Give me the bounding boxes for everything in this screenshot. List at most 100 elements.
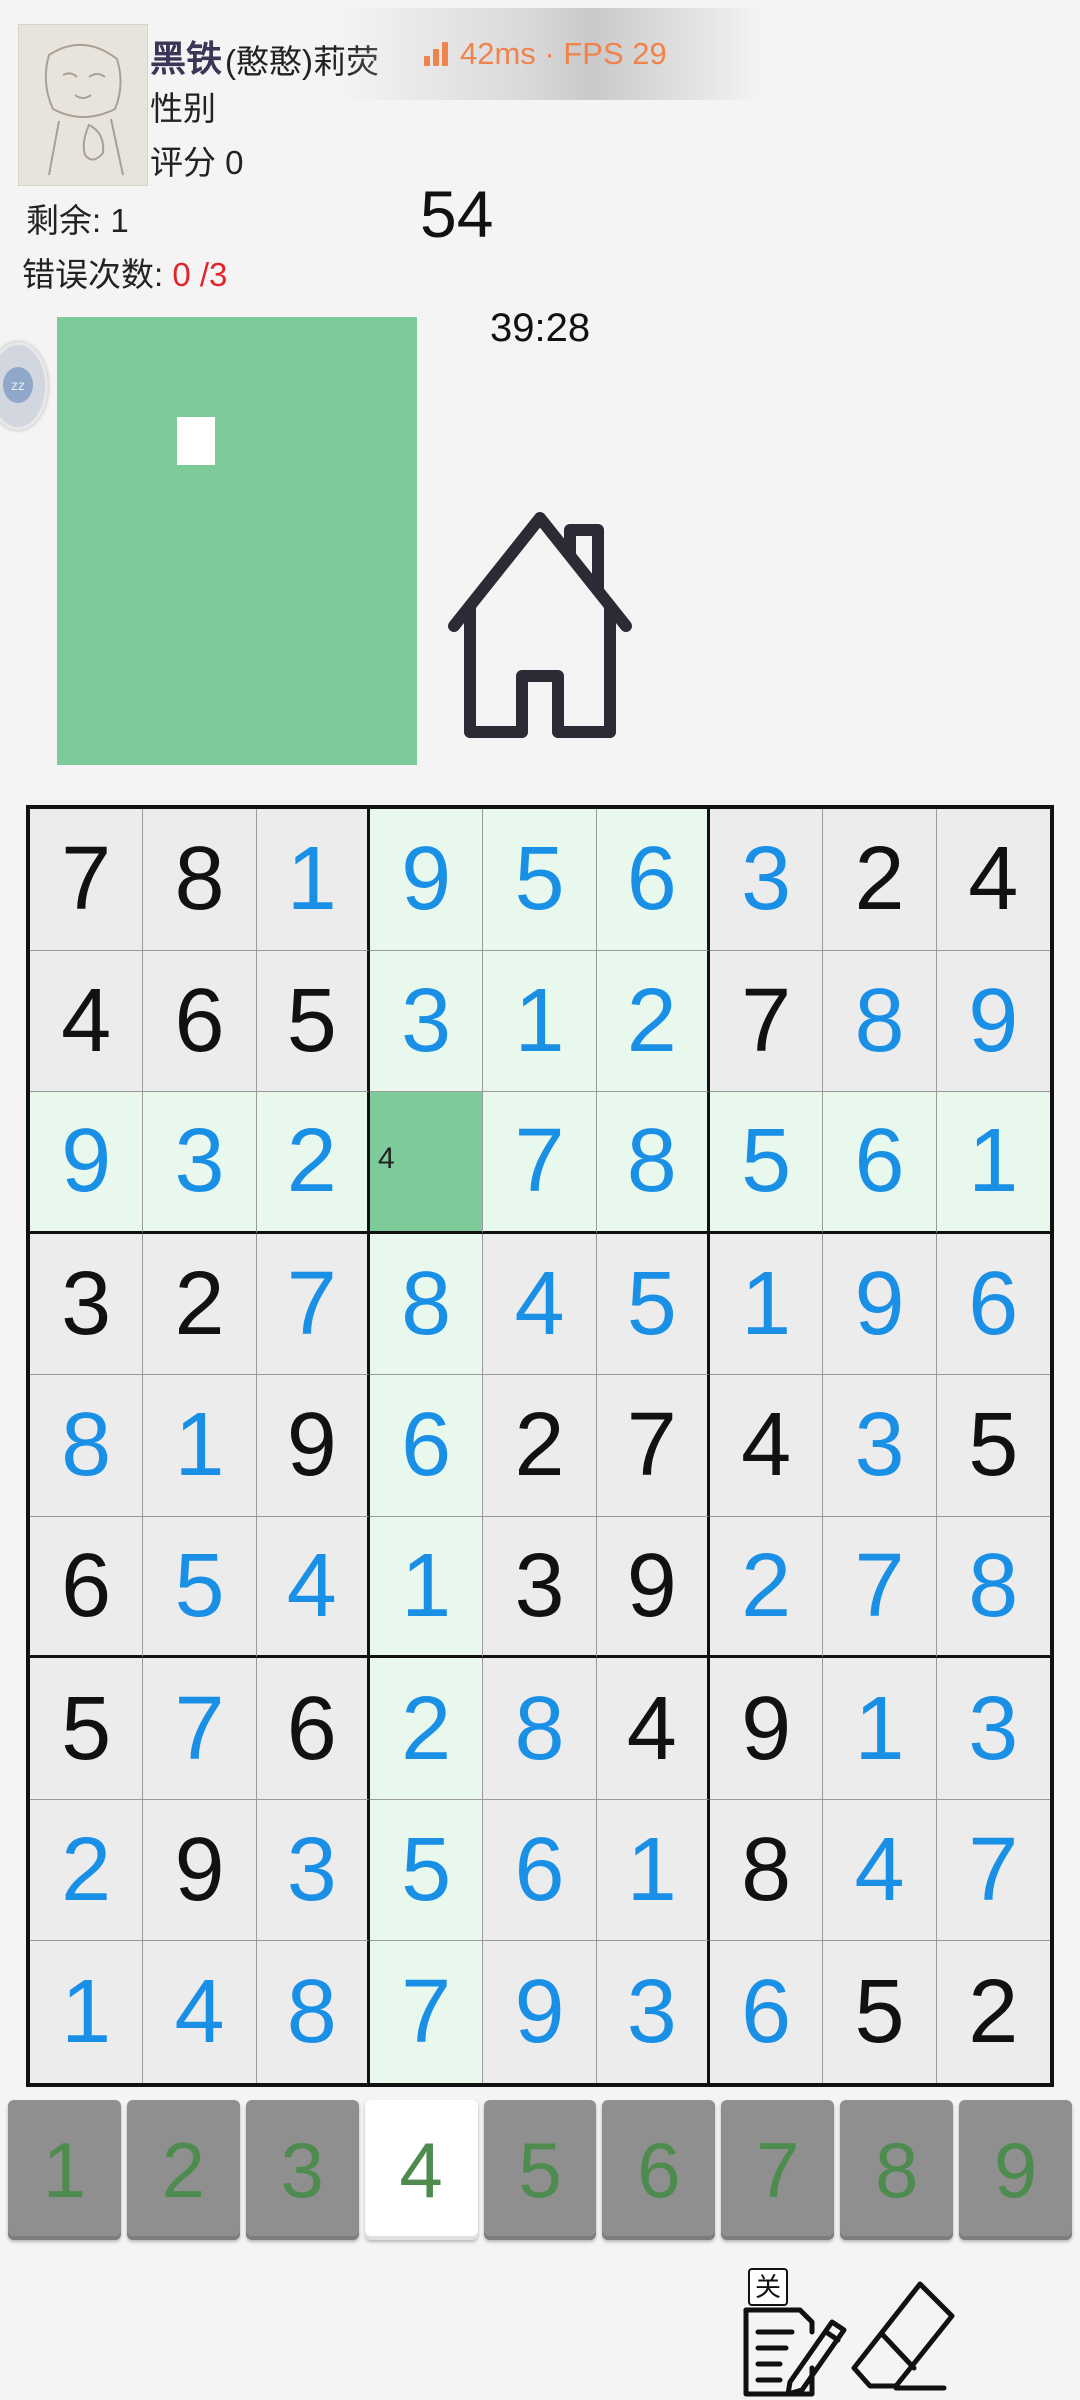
- number-key-6[interactable]: 6: [602, 2100, 716, 2240]
- sudoku-cell-r9c3[interactable]: 8: [256, 1941, 370, 2083]
- sudoku-cell-r4c1[interactable]: 3: [30, 1233, 144, 1376]
- sudoku-cell-r8c5[interactable]: 6: [483, 1799, 597, 1942]
- sudoku-cell-r3c3[interactable]: 2: [256, 1092, 370, 1234]
- sudoku-cell-r1c1[interactable]: 7: [30, 809, 144, 951]
- player-avatar[interactable]: [18, 24, 148, 186]
- sudoku-cell-r5c9[interactable]: 5: [936, 1375, 1050, 1517]
- number-key-2[interactable]: 2: [126, 2100, 240, 2240]
- number-key-1[interactable]: 1: [8, 2100, 121, 2240]
- sudoku-cell-r1c9[interactable]: 4: [936, 809, 1050, 951]
- sudoku-cell-r9c2[interactable]: 4: [143, 1941, 257, 2083]
- sudoku-cell-r8c4[interactable]: 5: [370, 1799, 484, 1942]
- sudoku-cell-r2c4[interactable]: 3: [370, 950, 484, 1093]
- sudoku-cell-r9c5[interactable]: 9: [483, 1941, 597, 2083]
- sudoku-cell-r9c7[interactable]: 6: [710, 1941, 824, 2083]
- board-minimap: [57, 317, 417, 765]
- number-key-5[interactable]: 5: [483, 2100, 597, 2240]
- sudoku-cell-r1c2[interactable]: 8: [143, 809, 257, 951]
- sudoku-cell-r5c7[interactable]: 4: [710, 1375, 824, 1517]
- sudoku-cell-r2c5[interactable]: 1: [483, 950, 597, 1093]
- progress-number: 54: [420, 177, 494, 251]
- sudoku-cell-r2c2[interactable]: 6: [143, 950, 257, 1093]
- sudoku-cell-r2c7[interactable]: 7: [710, 950, 824, 1093]
- sudoku-cell-r7c5[interactable]: 8: [483, 1658, 597, 1800]
- sudoku-cell-r3c9[interactable]: 1: [936, 1092, 1050, 1234]
- sudoku-cell-r3c2[interactable]: 3: [143, 1092, 257, 1234]
- sudoku-cell-r5c8[interactable]: 3: [823, 1375, 937, 1517]
- sudoku-cell-r9c9[interactable]: 2: [936, 1941, 1050, 2083]
- sudoku-cell-r7c3[interactable]: 6: [256, 1658, 370, 1800]
- sudoku-cell-r4c2[interactable]: 2: [143, 1233, 257, 1376]
- sudoku-cell-r3c8[interactable]: 6: [823, 1092, 937, 1234]
- sudoku-cell-r5c1[interactable]: 8: [30, 1375, 144, 1517]
- sudoku-cell-r2c3[interactable]: 5: [256, 950, 370, 1093]
- number-key-4[interactable]: 4: [364, 2100, 478, 2240]
- sudoku-cell-r4c3[interactable]: 7: [256, 1233, 370, 1376]
- number-key-9[interactable]: 9: [959, 2100, 1073, 2240]
- sudoku-cell-r5c2[interactable]: 1: [143, 1375, 257, 1517]
- sudoku-cell-r5c3[interactable]: 9: [256, 1375, 370, 1517]
- sudoku-cell-r7c6[interactable]: 4: [596, 1658, 710, 1800]
- sudoku-cell-r8c6[interactable]: 1: [596, 1799, 710, 1942]
- home-button[interactable]: [440, 500, 640, 750]
- sudoku-cell-r9c4[interactable]: 7: [370, 1941, 484, 2083]
- sudoku-cell-r7c1[interactable]: 5: [30, 1658, 144, 1800]
- sudoku-cell-r4c5[interactable]: 4: [483, 1233, 597, 1376]
- sudoku-cell-r4c4[interactable]: 8: [370, 1233, 484, 1376]
- sudoku-cell-r9c8[interactable]: 5: [823, 1941, 937, 2083]
- sudoku-cell-r1c3[interactable]: 1: [256, 809, 370, 951]
- sudoku-cell-r8c8[interactable]: 4: [823, 1799, 937, 1942]
- sudoku-cell-r2c6[interactable]: 2: [596, 950, 710, 1093]
- sudoku-cell-r1c6[interactable]: 6: [596, 809, 710, 951]
- sudoku-cell-r1c5[interactable]: 5: [483, 809, 597, 951]
- sudoku-cell-r7c7[interactable]: 9: [710, 1658, 824, 1800]
- floating-side-handle[interactable]: zz: [0, 342, 48, 430]
- sudoku-cell-r5c4[interactable]: 6: [370, 1375, 484, 1517]
- sudoku-cell-r6c8[interactable]: 7: [823, 1516, 937, 1659]
- sudoku-cell-r6c4[interactable]: 1: [370, 1516, 484, 1659]
- sudoku-cell-r3c6[interactable]: 8: [596, 1092, 710, 1234]
- sudoku-cell-r1c8[interactable]: 2: [823, 809, 937, 951]
- notes-toggle-badge[interactable]: 关: [748, 2268, 788, 2306]
- sudoku-cell-r4c8[interactable]: 9: [823, 1233, 937, 1376]
- sudoku-cell-r8c7[interactable]: 8: [710, 1799, 824, 1942]
- sudoku-cell-r7c2[interactable]: 7: [143, 1658, 257, 1800]
- sudoku-cell-r8c2[interactable]: 9: [143, 1799, 257, 1942]
- network-status-text: 42ms · FPS 29: [460, 36, 667, 71]
- sudoku-cell-r7c8[interactable]: 1: [823, 1658, 937, 1800]
- sudoku-cell-r3c7[interactable]: 5: [710, 1092, 824, 1234]
- number-key-8[interactable]: 8: [840, 2100, 954, 2240]
- player-rank: 黑铁: [150, 38, 223, 79]
- sudoku-cell-r9c6[interactable]: 3: [596, 1941, 710, 2083]
- sudoku-cell-r6c3[interactable]: 4: [256, 1516, 370, 1659]
- sudoku-cell-r8c1[interactable]: 2: [30, 1799, 144, 1942]
- sudoku-cell-r7c9[interactable]: 3: [936, 1658, 1050, 1800]
- sudoku-cell-r9c1[interactable]: 1: [30, 1941, 144, 2083]
- sudoku-cell-r4c9[interactable]: 6: [936, 1233, 1050, 1376]
- sudoku-cell-r4c7[interactable]: 1: [710, 1233, 824, 1376]
- sudoku-cell-r5c5[interactable]: 2: [483, 1375, 597, 1517]
- eraser-button[interactable]: [848, 2278, 958, 2396]
- sudoku-cell-r3c4[interactable]: 4: [370, 1092, 484, 1234]
- sudoku-cell-r3c5[interactable]: 7: [483, 1092, 597, 1234]
- sudoku-cell-r7c4[interactable]: 2: [370, 1658, 484, 1800]
- sudoku-cell-r1c7[interactable]: 3: [710, 809, 824, 951]
- sudoku-cell-r5c6[interactable]: 7: [596, 1375, 710, 1517]
- sudoku-cell-r6c6[interactable]: 9: [596, 1516, 710, 1659]
- sudoku-cell-r1c4[interactable]: 9: [370, 809, 484, 951]
- sudoku-cell-r8c3[interactable]: 3: [256, 1799, 370, 1942]
- sudoku-cell-r2c1[interactable]: 4: [30, 950, 144, 1093]
- sudoku-cell-r8c9[interactable]: 7: [936, 1799, 1050, 1942]
- game-timer: 39:28: [490, 306, 591, 350]
- sudoku-cell-r2c8[interactable]: 8: [823, 950, 937, 1093]
- sudoku-cell-r6c9[interactable]: 8: [936, 1516, 1050, 1659]
- sudoku-cell-r4c6[interactable]: 5: [596, 1233, 710, 1376]
- sudoku-cell-r6c7[interactable]: 2: [710, 1516, 824, 1659]
- sudoku-cell-r2c9[interactable]: 9: [936, 950, 1050, 1093]
- sudoku-cell-r6c2[interactable]: 5: [143, 1516, 257, 1659]
- sudoku-cell-r6c1[interactable]: 6: [30, 1516, 144, 1659]
- sudoku-cell-r3c1[interactable]: 9: [30, 1092, 144, 1234]
- sudoku-cell-r6c5[interactable]: 3: [483, 1516, 597, 1659]
- number-key-7[interactable]: 7: [721, 2100, 835, 2240]
- number-key-3[interactable]: 3: [245, 2100, 359, 2240]
